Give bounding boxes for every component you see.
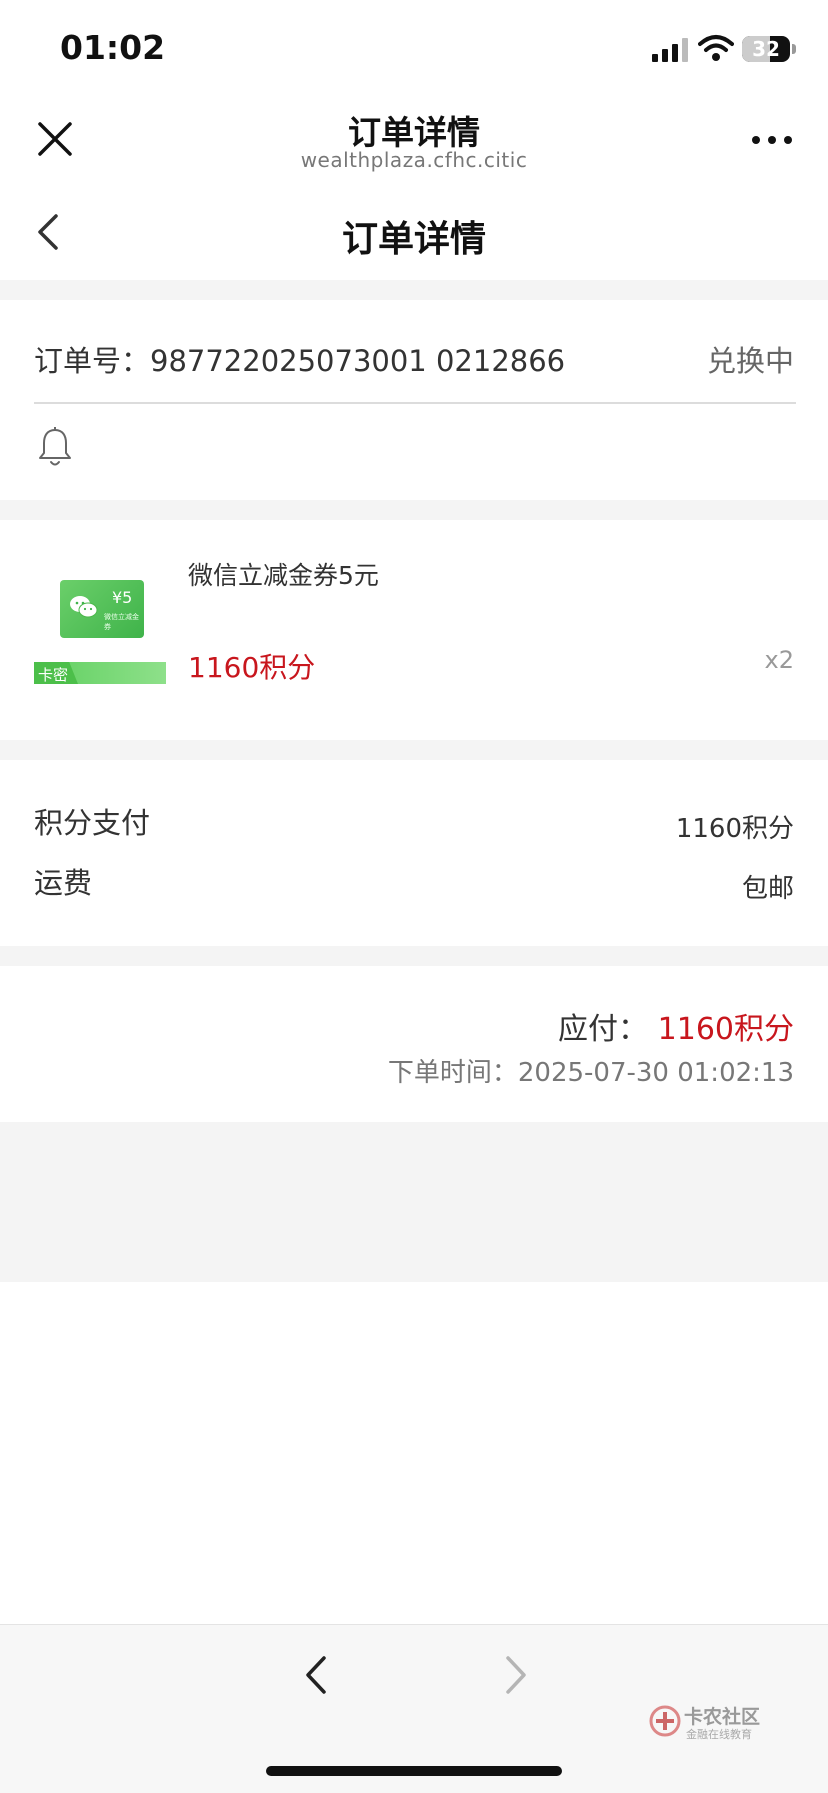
- watermark: 卡农社区 金融在线教育: [648, 1702, 768, 1742]
- voucher-value: ¥5: [112, 588, 133, 607]
- section-divider: [0, 500, 828, 520]
- amount-due-label: 应付：: [558, 1012, 648, 1047]
- watermark-logo: [649, 1705, 681, 1737]
- cellular-signal-icon: [652, 38, 688, 62]
- section-divider: [0, 740, 828, 760]
- page-title: 订单详情: [341, 219, 486, 260]
- voucher-subtitle: 微信立减金券: [104, 613, 139, 631]
- battery-icon: 32: [742, 36, 790, 62]
- product-quantity: x2: [764, 646, 794, 674]
- order-number: 订单号：987722025073001 0212866: [34, 344, 566, 378]
- product-price: 1160积分: [188, 651, 316, 684]
- card-secret-tag: 卡密: [38, 666, 69, 684]
- amount-due-value: 1160积分: [657, 1012, 794, 1047]
- status-time: 01:02: [60, 28, 166, 67]
- webview-domain: wealthplaza.cfhc.citic: [300, 148, 528, 172]
- battery-level-text: 32: [752, 37, 780, 61]
- watermark-subtitle: 金融在线教育: [686, 1728, 752, 1741]
- webview-title: 订单详情: [348, 113, 480, 152]
- nav-back-icon[interactable]: [302, 1654, 330, 1696]
- bell-icon[interactable]: [36, 426, 74, 468]
- product-thumbnail[interactable]: ¥5 微信立减金券 卡密: [34, 578, 166, 686]
- home-indicator: [266, 1766, 562, 1776]
- product-name[interactable]: 微信立减金券5元: [188, 556, 379, 592]
- shipping-value: 包邮: [741, 874, 794, 904]
- wifi-icon: [698, 35, 734, 61]
- divider: [34, 402, 796, 404]
- order-status: 兑换中: [706, 344, 794, 378]
- nav-forward-icon[interactable]: [502, 1654, 530, 1696]
- battery-nub: [792, 44, 796, 54]
- watermark-title: 卡农社区: [684, 1706, 761, 1728]
- points-payment-label: 积分支付: [34, 806, 151, 840]
- wechat-icon: [70, 596, 98, 618]
- more-icon[interactable]: [750, 132, 794, 148]
- points-payment-value: 1160积分: [675, 814, 794, 844]
- order-time: 下单时间：2025-07-30 01:02:13: [387, 1058, 794, 1088]
- shipping-label: 运费: [34, 866, 93, 900]
- bottom-spacer: [0, 1122, 828, 1282]
- section-divider: [0, 280, 828, 300]
- voucher-card-image: ¥5 微信立减金券: [60, 580, 144, 638]
- section-divider: [0, 946, 828, 966]
